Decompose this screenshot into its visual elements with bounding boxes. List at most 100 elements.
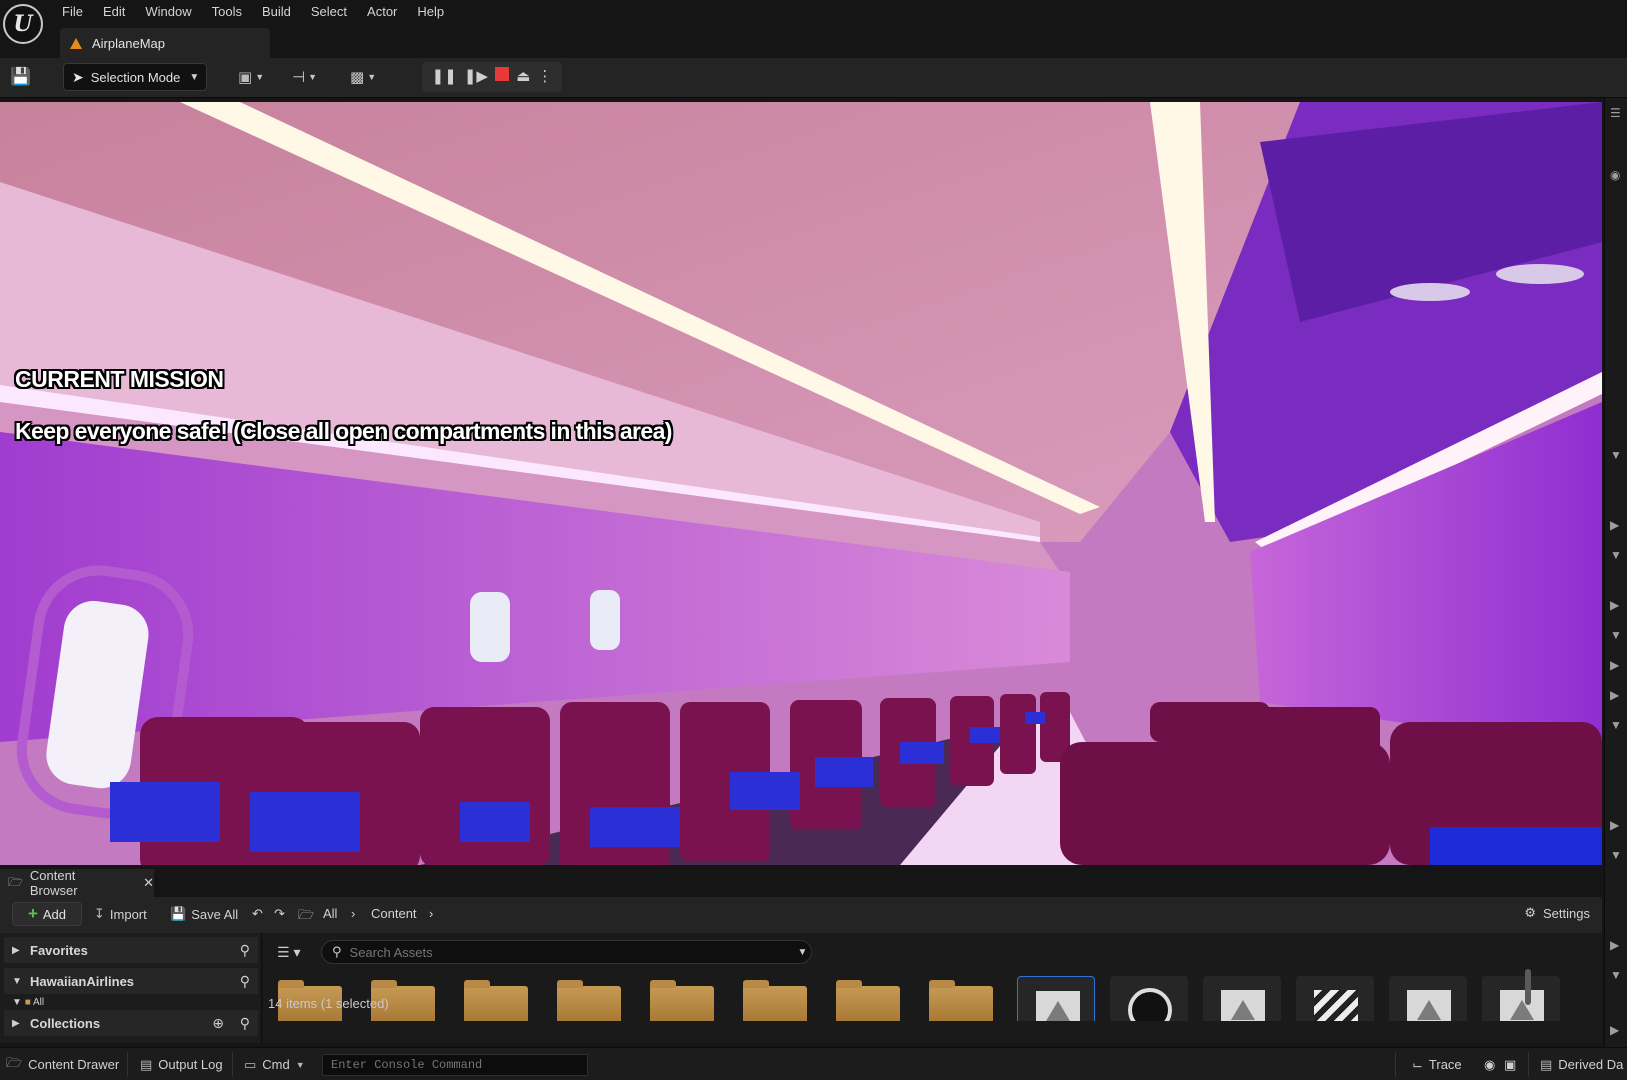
content-drawer-button[interactable]: 🗁 Content Drawer: [6, 1048, 119, 1080]
texture-asset-tile[interactable]: [1482, 976, 1560, 1021]
plus-icon: +: [27, 904, 38, 923]
folder-tile[interactable]: [831, 976, 909, 1021]
add-actor-button[interactable]: ▣ ▼: [238, 65, 264, 89]
selection-mode-dropdown[interactable]: ➤ Selection Mode ▼: [63, 63, 207, 91]
collections-section[interactable]: ▶ Collections ⊕ ⚲: [4, 1010, 258, 1036]
close-icon[interactable]: ✕: [143, 875, 154, 891]
content-drawer-label: Content Drawer: [28, 1057, 120, 1072]
breadcrumb-separator-icon[interactable]: ›: [429, 906, 433, 921]
texture-icon: [1036, 991, 1080, 1021]
step-forward-icon[interactable]: ❚▶: [464, 62, 488, 92]
import-button[interactable]: ↧ Import: [94, 906, 147, 922]
expand-icon[interactable]: ▶: [1610, 598, 1619, 612]
console-command-field[interactable]: [322, 1054, 588, 1076]
expand-icon[interactable]: ▶: [1610, 518, 1619, 532]
texture-icon: [1407, 990, 1451, 1021]
console-icon: ▭: [244, 1056, 257, 1072]
expand-icon[interactable]: ▼: [1610, 968, 1622, 982]
expand-icon[interactable]: ▼: [1610, 628, 1622, 642]
asset-tiles: [273, 976, 1560, 1021]
folder-icon[interactable]: 🗁: [298, 906, 314, 928]
search-assets-input[interactable]: [349, 944, 790, 960]
save-icon[interactable]: 💾: [10, 67, 31, 87]
trace-icon: ⌙: [1412, 1056, 1423, 1072]
history-back-icon[interactable]: ↶: [252, 906, 263, 922]
viewport-scene: [0, 102, 1602, 865]
source-control-icon[interactable]: ◉: [1484, 1048, 1495, 1080]
menu-edit[interactable]: Edit: [93, 4, 135, 20]
menu-file[interactable]: File: [52, 4, 93, 20]
level-tab[interactable]: AirplaneMap: [60, 28, 270, 58]
level-viewport[interactable]: CURRENT MISSION Keep everyone safe! (Clo…: [0, 102, 1602, 865]
notifications-icon[interactable]: ▣: [1504, 1048, 1516, 1080]
expand-icon[interactable]: ▶: [1610, 658, 1619, 672]
menu-build[interactable]: Build: [252, 4, 301, 20]
menu-select[interactable]: Select: [301, 4, 357, 20]
menu-window[interactable]: Window: [135, 4, 201, 20]
texture-asset-tile[interactable]: [1017, 976, 1095, 1021]
expand-icon[interactable]: ▶: [1610, 818, 1619, 832]
menu-lines-icon[interactable]: ☰: [1610, 106, 1621, 120]
chevron-down-icon[interactable]: ▼: [798, 947, 808, 958]
pause-icon[interactable]: ❚❚: [432, 62, 457, 92]
main-toolbar: 💾 ➤ Selection Mode ▼ ▣ ▼ ⊣ ▼ ▩ ▼ ❚❚ ❚▶ ⏏…: [0, 58, 1627, 98]
add-button[interactable]: + Add: [12, 902, 82, 926]
folder-tile[interactable]: [459, 976, 537, 1021]
menu-tools[interactable]: Tools: [202, 4, 252, 20]
stop-button[interactable]: [495, 62, 510, 92]
folder-tile[interactable]: [645, 976, 723, 1021]
filter-icon[interactable]: ☰ ▾: [277, 944, 300, 961]
search-icon[interactable]: ⚲: [240, 1015, 250, 1032]
menu-help[interactable]: Help: [407, 4, 454, 20]
add-collection-icon[interactable]: ⊕: [212, 1015, 224, 1032]
derived-data-button[interactable]: ▤ Derived Da: [1540, 1048, 1623, 1080]
expand-icon[interactable]: ▶: [1610, 938, 1619, 952]
folder-tile[interactable]: [552, 976, 630, 1021]
details-panel-edge: ☰ ◉ ▼ ▶ ▼ ▶ ▼ ▶ ▶ ▼ ▶ ▼ ▶ ▼ ▶: [1604, 98, 1627, 1047]
eye-icon[interactable]: ◉: [1610, 168, 1620, 182]
folder-icon: [743, 980, 807, 1021]
more-options-icon[interactable]: ⋮: [537, 62, 552, 92]
save-all-button[interactable]: 💾 Save All: [170, 906, 238, 922]
menu-actor[interactable]: Actor: [357, 4, 407, 20]
blueprint-button[interactable]: ⊣ ▼: [292, 65, 317, 89]
expand-icon[interactable]: ▼: [1610, 448, 1622, 462]
favorites-section[interactable]: ▶ Favorites ⚲: [4, 937, 258, 963]
stop-icon: [495, 67, 510, 81]
blueprint-icon: ⊣: [292, 69, 306, 86]
search-icon[interactable]: ⚲: [240, 973, 250, 990]
console-command-input[interactable]: [323, 1055, 587, 1075]
all-folder-item[interactable]: ▼ ■ All: [12, 997, 44, 1008]
asset-scrollbar[interactable]: [1525, 969, 1531, 1005]
folder-tile[interactable]: [738, 976, 816, 1021]
search-icon: ⚲: [332, 944, 342, 959]
texture-asset-tile[interactable]: [1203, 976, 1281, 1021]
expand-icon[interactable]: ▶: [1610, 688, 1619, 702]
texture-asset-tile[interactable]: [1389, 976, 1467, 1021]
expand-icon[interactable]: ▼: [1610, 548, 1622, 562]
project-section[interactable]: ▼ HawaiianAirlines ⚲: [4, 968, 258, 994]
content-browser-tab[interactable]: 🗁 Content Browser ✕: [0, 868, 154, 898]
search-assets-box[interactable]: ⚲ ▼: [321, 940, 812, 964]
material-asset-tile[interactable]: [1110, 976, 1188, 1021]
expand-icon[interactable]: ▼: [1610, 718, 1622, 732]
settings-button[interactable]: ⚙ Settings: [1524, 905, 1590, 921]
breadcrumb-all[interactable]: All: [323, 906, 337, 921]
mission-text: Keep everyone safe! (Close all open comp…: [15, 418, 672, 444]
eject-icon[interactable]: ⏏: [516, 62, 530, 92]
breadcrumb-content[interactable]: Content: [371, 906, 417, 921]
cmd-dropdown[interactable]: ▭ Cmd ▼: [244, 1048, 305, 1080]
cinematics-button[interactable]: ▩ ▼: [350, 65, 376, 89]
trace-button[interactable]: ⌙ Trace: [1412, 1048, 1462, 1080]
unreal-logo-icon[interactable]: U: [3, 4, 43, 44]
expand-icon[interactable]: ▼: [1610, 848, 1622, 862]
output-log-button[interactable]: ▤ Output Log: [140, 1048, 223, 1080]
import-label: Import: [109, 906, 147, 922]
texture-icon: [1500, 990, 1544, 1021]
asset-view: ☰ ▾ ⚲ ▼ 14 items (1 selected): [263, 933, 1602, 1043]
history-forward-icon[interactable]: ↷: [274, 906, 285, 922]
folder-tile[interactable]: [924, 976, 1002, 1021]
search-icon[interactable]: ⚲: [240, 942, 250, 959]
expand-icon[interactable]: ▶: [1610, 1023, 1619, 1037]
level-sequence-asset-tile[interactable]: [1296, 976, 1374, 1021]
